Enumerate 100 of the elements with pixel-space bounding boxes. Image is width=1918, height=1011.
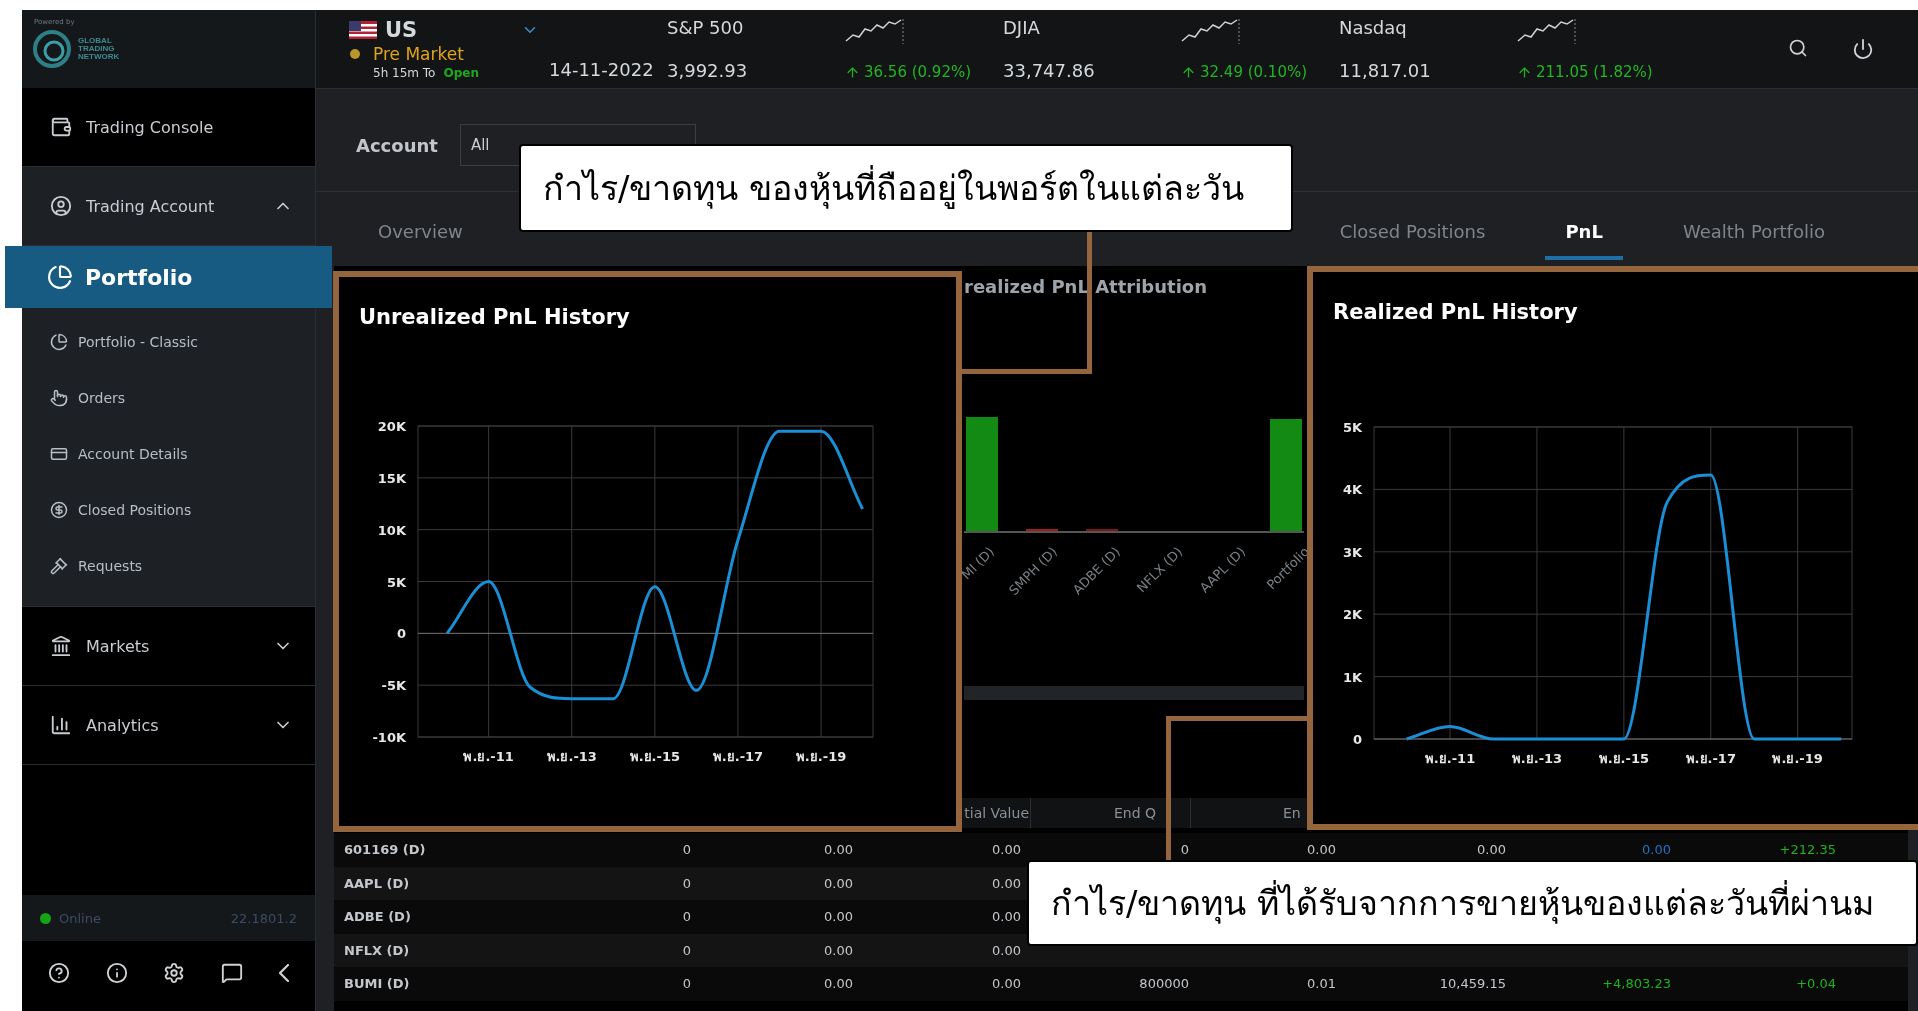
- y-tick-label: 0: [396, 626, 406, 642]
- tab[interactable]: Closed Positions: [1319, 221, 1506, 260]
- index-value: 3,992.93: [667, 60, 749, 81]
- nav-label: Requests: [78, 558, 143, 574]
- nav-icon: [50, 635, 72, 657]
- table-cell-text: 0: [681, 875, 692, 891]
- x-tick-label: พ.ย.-17: [712, 749, 764, 764]
- info-icon: [105, 962, 128, 984]
- x-tick-label: พ.ย.-13: [546, 749, 597, 764]
- nav-icon: [50, 116, 72, 138]
- nav-sub-item[interactable]: Account Details: [22, 426, 315, 482]
- column-header[interactable]: tial Value: [964, 805, 1029, 821]
- y-tick-label: 5K: [1342, 420, 1362, 435]
- index-name: DJIA: [1003, 17, 1041, 38]
- version-text: 22.1801.2: [230, 910, 297, 926]
- index-change: 32.49 (0.10%): [1200, 63, 1308, 81]
- x-tick-label: พ.ย.-11: [463, 749, 514, 764]
- table-cell-text: +4,803.23: [1601, 976, 1672, 992]
- x-tick-label: พ.ย.-11: [1424, 751, 1476, 766]
- table-cell-text: 0.00: [1476, 842, 1507, 858]
- sparkline-drawing: [1181, 17, 1243, 45]
- account-label: Account: [356, 134, 438, 156]
- nav-icon: [50, 195, 72, 217]
- y-tick-label: 5K: [386, 574, 406, 590]
- y-tick-label: 0: [1352, 732, 1362, 747]
- nav-icon: [50, 389, 68, 407]
- speech-bubble-icon: [221, 962, 244, 984]
- y-tick-label: 20K: [377, 419, 406, 434]
- table-cell-text: 0: [681, 842, 692, 858]
- chevron-icon: [279, 964, 290, 982]
- table-cell-text: 800000: [1138, 976, 1190, 992]
- panel-title: realized PnL Attribution: [964, 274, 1208, 299]
- brand-name: GLOBAL TRADING NETWORK: [78, 37, 121, 61]
- tab[interactable]: Wealth Portfolio: [1662, 221, 1845, 260]
- table-cell-text: 0: [681, 976, 692, 992]
- table-cell-text: +0.04: [1795, 976, 1837, 992]
- nav-sub-item[interactable]: Orders: [22, 370, 315, 426]
- x-tick-label: พ.ย.-13: [1511, 751, 1563, 766]
- index-change: 36.56 (0.92%): [864, 63, 972, 81]
- nav-label: Closed Positions: [78, 502, 192, 518]
- nav-label: Trading Account: [86, 196, 216, 216]
- status-text: Online: [59, 910, 102, 926]
- table-cell-text: 0.00: [991, 942, 1022, 958]
- nav-icon: [50, 714, 72, 736]
- table-cell-text: 0.00: [991, 875, 1022, 891]
- nav-label: Analytics: [86, 715, 160, 735]
- y-tick-label: -5K: [381, 678, 406, 694]
- table-cell-text: 10,459.15: [1438, 976, 1507, 992]
- nav-label: Trading Console: [86, 117, 215, 137]
- nav-label: Portfolio: [85, 264, 193, 290]
- nav-sub-item[interactable]: Portfolio: [5, 246, 332, 308]
- y-tick-label: 3K: [1342, 544, 1362, 560]
- table-cell-text: 0.00: [991, 976, 1022, 992]
- table-cell-text: 0.00: [1641, 842, 1672, 858]
- nav-icon: [50, 445, 68, 463]
- nav-label: Markets: [86, 636, 151, 656]
- index-name: Nasdaq: [1339, 17, 1408, 38]
- table-cell-text: 0: [681, 909, 692, 925]
- table-cell-text: 0.00: [1306, 842, 1337, 858]
- column-header[interactable]: En: [1283, 805, 1301, 821]
- table-cell-text: BUMI (D): [343, 976, 411, 992]
- sparkline-drawing: [1517, 17, 1579, 45]
- annotation-tooltip: กำไร/ขาดทุน ของหุ้นที่ถืออยู่ในพอร์ตในแต่ละวัน: [519, 144, 1293, 232]
- nav-label: Orders: [78, 390, 126, 406]
- nav-icon: [50, 557, 68, 575]
- table-cell-text: NFLX (D): [343, 942, 411, 958]
- table-cell-text: 0.00: [991, 909, 1022, 925]
- tab[interactable]: Overview: [358, 221, 483, 260]
- power-icon: [1852, 38, 1874, 60]
- index-value: 11,817.01: [1339, 60, 1432, 81]
- index-value: 33,747.86: [1003, 60, 1096, 81]
- nav-sub-item[interactable]: Portfolio - Classic: [22, 314, 315, 370]
- session-dot-icon: [349, 48, 361, 60]
- x-tick-label: พ.ย.-15: [1598, 751, 1650, 766]
- table-cell-text: ADBE (D): [343, 909, 412, 925]
- nav-sub-item[interactable]: Closed Positions: [22, 482, 315, 538]
- table-cell-text: 601169 (D): [343, 842, 427, 858]
- search-icon: [1788, 38, 1808, 58]
- chart-title: Realized PnL History: [1332, 299, 1579, 326]
- x-tick-label: พ.ย.-19: [795, 749, 847, 764]
- column-header[interactable]: End Q: [1113, 805, 1156, 821]
- x-tick-label: พ.ย.-17: [1685, 751, 1736, 766]
- settings-icon: [163, 962, 186, 984]
- scrollbar[interactable]: [964, 686, 1304, 700]
- y-tick-label: 10K: [377, 522, 406, 538]
- nav-label: Account Details: [78, 446, 188, 462]
- y-tick-label: 1K: [1342, 669, 1362, 685]
- axis-label: MI (D): [958, 544, 997, 583]
- logo-icon: [32, 29, 72, 69]
- table-cell-text: 0.00: [823, 875, 854, 891]
- annotation-tooltip: กำไร/ขาดทุน ที่ได้รับจากการขายหุ้นของแต่ละวันที่ผ่านม: [1027, 860, 1918, 946]
- table-cell-text: 0.00: [823, 976, 854, 992]
- table-cell-text: AAPL (D): [343, 875, 411, 891]
- nav-icon: [50, 333, 68, 351]
- x-tick-label: พ.ย.-15: [629, 749, 681, 764]
- nav-sub-item[interactable]: Requests: [22, 538, 315, 594]
- nav-icon: [50, 501, 68, 519]
- tab[interactable]: PnL: [1545, 221, 1623, 260]
- session-text: Pre Market: [373, 44, 465, 64]
- y-tick-label: 15K: [377, 470, 406, 486]
